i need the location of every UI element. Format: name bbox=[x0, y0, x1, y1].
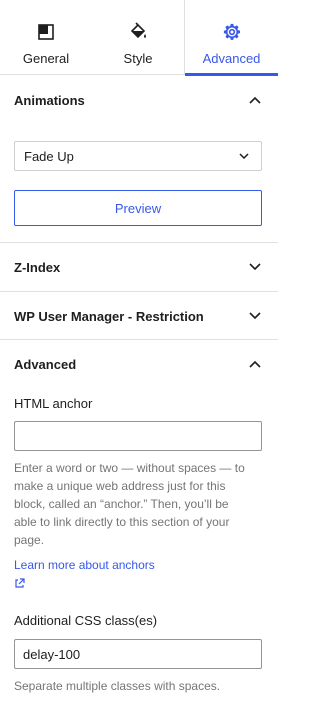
animations-panel-title: Animations bbox=[14, 92, 85, 108]
inspector-tabs: General Style Advanced bbox=[0, 0, 278, 76]
preview-button[interactable]: Preview bbox=[14, 190, 262, 226]
tab-general-label: General bbox=[22, 51, 70, 66]
help-line: Enter a word or two — without spaces — t… bbox=[14, 461, 245, 475]
animation-select[interactable]: Fade Up bbox=[14, 141, 262, 171]
help-line: page. bbox=[14, 533, 45, 547]
chevron-down-icon bbox=[248, 260, 262, 274]
chevron-down-icon bbox=[248, 309, 262, 323]
html-anchor-label: HTML anchor bbox=[14, 396, 93, 411]
learn-more-anchors-link[interactable]: Learn more about anchors bbox=[14, 558, 155, 572]
help-line: able to link directly to this section of… bbox=[14, 515, 230, 529]
tab-style[interactable]: Style bbox=[92, 0, 184, 75]
chevron-down-icon bbox=[237, 149, 251, 163]
tab-advanced[interactable]: Advanced bbox=[184, 0, 278, 76]
chevron-up-icon bbox=[248, 93, 262, 107]
css-classes-label: Additional CSS class(es) bbox=[14, 613, 158, 628]
restriction-panel-toggle[interactable]: WP User Manager - Restriction bbox=[0, 292, 278, 340]
advanced-panel-title: Advanced bbox=[14, 356, 77, 372]
tab-general[interactable]: General bbox=[0, 0, 92, 75]
animation-select-value: Fade Up bbox=[24, 148, 74, 164]
advanced-panel-toggle[interactable]: Advanced bbox=[0, 340, 278, 388]
paint-bucket-icon bbox=[127, 21, 149, 43]
animations-panel-toggle[interactable]: Animations bbox=[0, 76, 278, 124]
css-classes-help: Separate multiple classes with spaces. bbox=[14, 679, 221, 693]
zindex-panel-title: Z-Index bbox=[14, 259, 61, 275]
tab-style-label: Style bbox=[123, 51, 153, 66]
help-line: make a unique web address just for this bbox=[14, 479, 226, 493]
external-link-icon[interactable] bbox=[14, 576, 25, 588]
tab-advanced-label: Advanced bbox=[202, 51, 261, 66]
html-anchor-input[interactable] bbox=[14, 421, 262, 451]
gear-icon bbox=[221, 21, 243, 43]
block-icon bbox=[35, 21, 57, 43]
zindex-panel-toggle[interactable]: Z-Index bbox=[0, 243, 278, 291]
html-anchor-help: Enter a word or two — without spaces — t… bbox=[14, 459, 264, 549]
restriction-panel-title: WP User Manager - Restriction bbox=[14, 308, 204, 324]
css-classes-input[interactable] bbox=[14, 639, 262, 669]
help-line: block, called an “anchor.” Then, you’ll … bbox=[14, 497, 229, 511]
chevron-up-icon bbox=[248, 357, 262, 371]
